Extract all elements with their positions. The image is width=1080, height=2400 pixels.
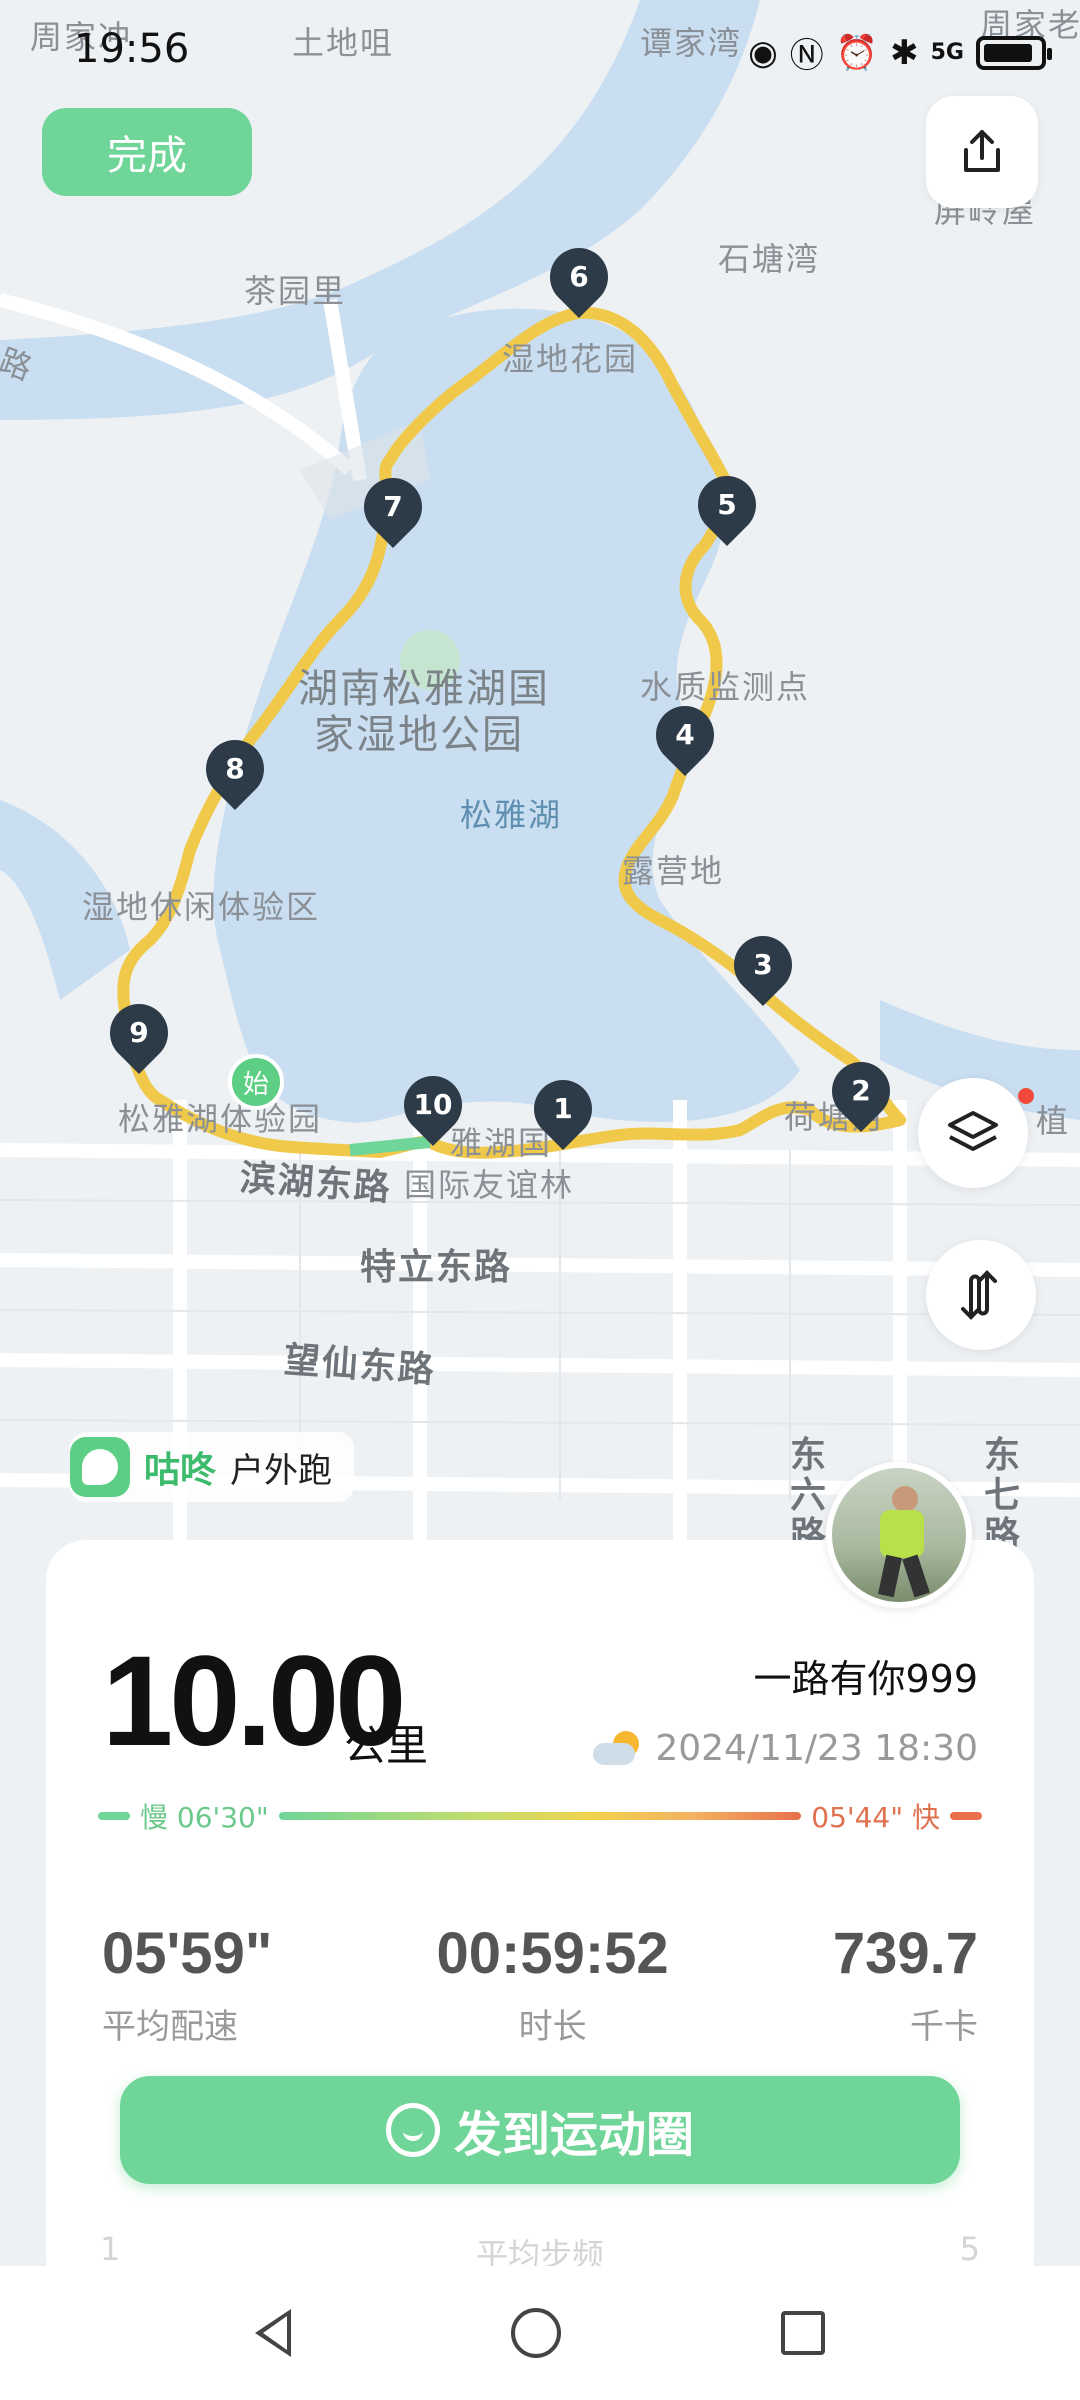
stats-row: 05'59" 平均配速 00:59:52 时长 739.7 千卡 [102, 1920, 978, 2048]
km-marker[interactable]: 1 [521, 1067, 605, 1152]
layers-icon [948, 1111, 998, 1151]
user-nickname: 一路有你999 [753, 1657, 978, 1701]
map-label: 茶园里 [244, 272, 347, 310]
map-label: 湿地花园 [502, 340, 639, 378]
map-label: 石塘湾 [718, 240, 821, 278]
pace-fast-label: 05'44" 快 [811, 1801, 940, 1834]
fast-dot [950, 1812, 982, 1820]
codoon-logo-icon [70, 1437, 130, 1497]
map-label: 松雅湖 [460, 796, 563, 834]
stat-avg-pace: 05'59" 平均配速 [102, 1920, 272, 2048]
pace-legend: 慢 06'30" 05'44" 快 [98, 1796, 982, 1836]
notification-dot [1018, 1088, 1034, 1104]
map-layers-button[interactable] [918, 1078, 1028, 1188]
road-label: 东七路 [984, 1435, 1023, 1556]
nfc-icon: Ⓝ [789, 36, 824, 76]
stat-value: 05'59" [102, 1921, 273, 1986]
stat-label: 千卡 [910, 2007, 978, 2047]
route-direction-button[interactable] [926, 1240, 1036, 1350]
pace-slow-label: 慢 06'30" [140, 1801, 269, 1834]
avatar[interactable] [826, 1462, 972, 1608]
road-label: 东六路 [790, 1435, 829, 1556]
home-icon[interactable] [511, 2308, 561, 2358]
km-marker[interactable]: 4 [643, 693, 727, 778]
map-label: 家湿地公园 [314, 712, 524, 758]
done-button[interactable]: 完成 [42, 108, 252, 196]
slow-dot [98, 1812, 130, 1820]
route-swap-icon [961, 1270, 997, 1320]
datetime-text: 2024/11/23 18:30 [655, 1728, 978, 1769]
road-label: 望仙东路 [282, 1339, 438, 1392]
km-marker[interactable]: 2 [819, 1049, 903, 1134]
stat-label: 平均配速 [102, 2007, 238, 2047]
status-time: 19:56 [74, 26, 190, 72]
activity-datetime: 2024/11/23 18:30 [593, 1728, 978, 1769]
stat-label: 时长 [518, 2007, 587, 2047]
stat-duration: 00:59:52 时长 [437, 1920, 669, 2048]
activity-type: 户外跑 [230, 1450, 333, 1491]
pace-gradient [278, 1812, 802, 1820]
weather-cloudy-icon [593, 1730, 643, 1767]
map-label: 松雅湖体验园 [118, 1100, 323, 1138]
post-to-feed-button[interactable]: 发到运动圈 [120, 2076, 960, 2184]
km-marker[interactable]: 6 [537, 235, 621, 320]
map-label: 国际友谊林 [404, 1166, 575, 1204]
back-icon[interactable] [255, 2309, 291, 2357]
km-marker[interactable]: 7 [351, 465, 435, 550]
brand-tag: 咕咚 户外跑 [70, 1432, 355, 1502]
km-marker[interactable]: 8 [193, 727, 277, 812]
km-marker[interactable]: 9 [97, 991, 181, 1076]
summary-card: 10.00 公里 一路有你999 2024/11/23 18:30 慢 06'3… [46, 1540, 1034, 2300]
smile-chat-icon [385, 2103, 440, 2157]
share-button[interactable] [926, 96, 1038, 208]
stat-value: 00:59:52 [436, 1921, 669, 1986]
map-label: 水质监测点 [640, 668, 811, 706]
km-marker[interactable]: 5 [685, 463, 769, 548]
bluetooth-icon: ✱ [890, 32, 919, 73]
battery-icon [976, 35, 1052, 70]
stat-value: 739.7 [832, 1921, 978, 1986]
post-button-label: 发到运动圈 [453, 2107, 694, 2163]
status-bar: 19:56 ◉ Ⓝ ⏰ ✱ 5G [0, 0, 1080, 110]
signal-icon: 5G [930, 40, 964, 65]
eye-icon: ◉ [748, 32, 778, 73]
road-label: 特立东路 [360, 1247, 513, 1288]
start-marker[interactable]: 始 [228, 1054, 284, 1110]
system-nav-bar [0, 2266, 1080, 2400]
stat-calories: 739.7 千卡 [833, 1920, 978, 2048]
distance-unit: 公里 [344, 1721, 429, 1770]
map-label: 植 [1036, 1102, 1071, 1140]
share-icon [964, 130, 1000, 172]
km-marker[interactable]: 10 [391, 1063, 475, 1148]
alarm-icon: ⏰ [835, 32, 879, 73]
map-label: 露营地 [622, 852, 725, 890]
km-marker[interactable]: 3 [721, 923, 805, 1008]
recent-apps-icon[interactable] [781, 2311, 825, 2355]
status-icons: ◉ Ⓝ ⏰ ✱ 5G [748, 28, 1052, 77]
road-label: 滨湖东路 [238, 1157, 394, 1210]
map-label: 湿地休闲体验区 [82, 888, 321, 926]
brand-name: 咕咚 [144, 1450, 217, 1491]
